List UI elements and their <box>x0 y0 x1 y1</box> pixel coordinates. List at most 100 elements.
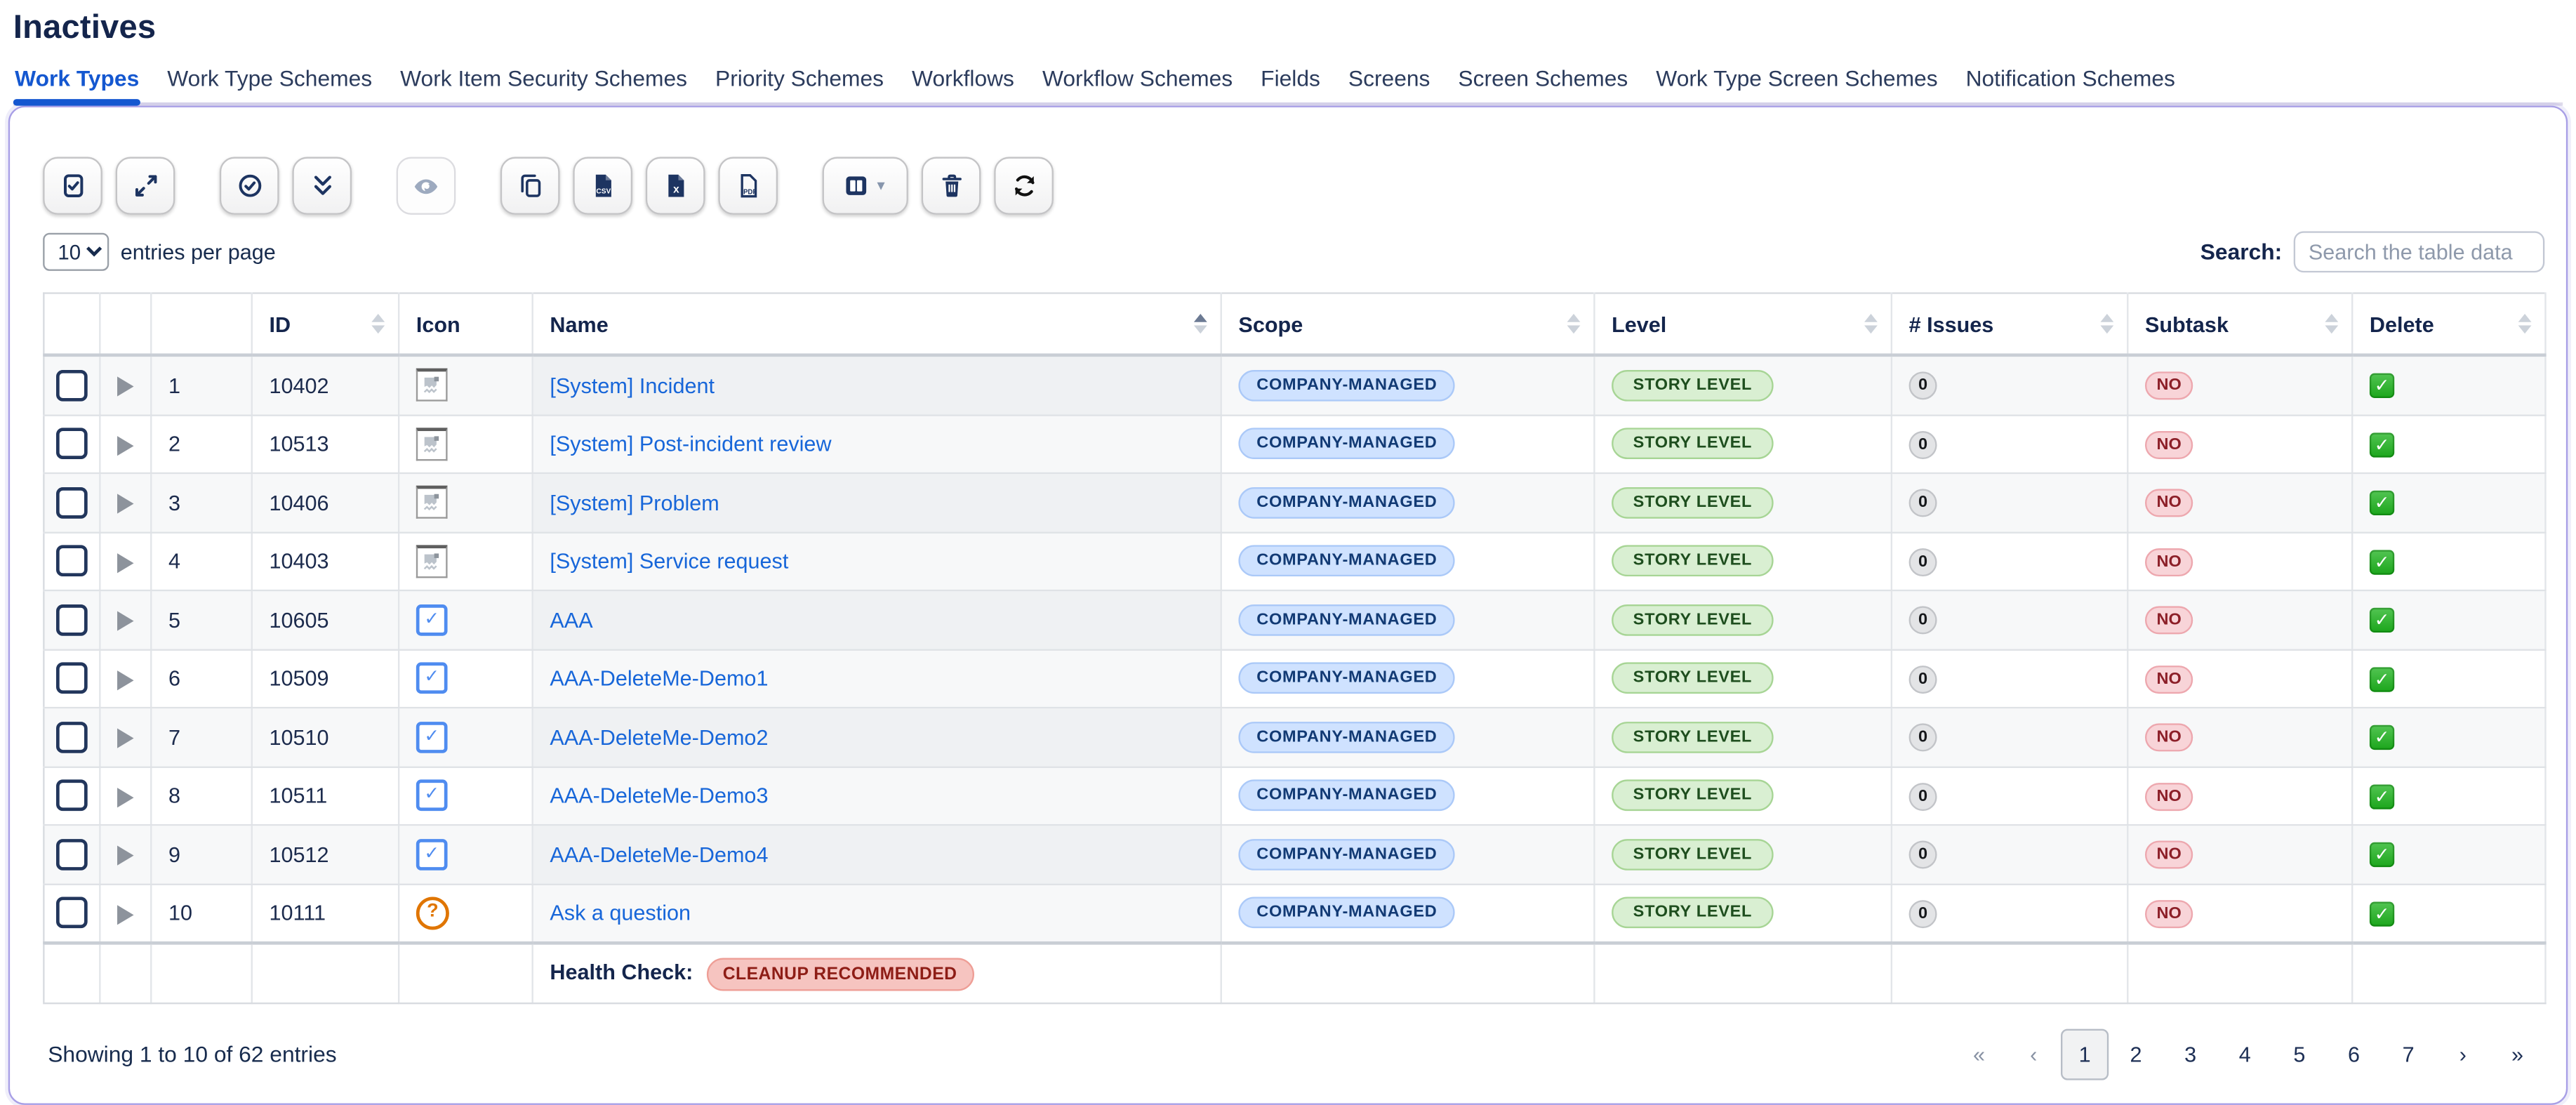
column-header-scope[interactable]: Scope <box>1221 293 1595 355</box>
pagination-next[interactable]: › <box>2436 1030 2490 1080</box>
expand-row-button[interactable] <box>117 788 134 807</box>
copy-button[interactable] <box>500 157 560 214</box>
work-type-link[interactable]: [System] Service request <box>550 549 788 574</box>
expand-all-button[interactable] <box>116 157 175 214</box>
row-icon-cell <box>399 414 533 473</box>
tab-notification-schemes[interactable]: Notification Schemes <box>1964 62 2177 102</box>
delete-check-icon: ✓ <box>2370 550 2394 574</box>
column-header-subtask[interactable]: Subtask <box>2127 293 2352 355</box>
row-icon-cell: ✓ <box>399 825 533 884</box>
expand-row-button[interactable] <box>117 611 134 631</box>
expand-row-button[interactable] <box>117 846 134 866</box>
row-id-cell: 10406 <box>252 473 399 532</box>
expand-row-button[interactable] <box>117 905 134 925</box>
expand-row-button[interactable] <box>117 670 134 690</box>
collapse-all-button[interactable] <box>292 157 352 214</box>
tab-priority-schemes[interactable]: Priority Schemes <box>714 62 886 102</box>
tab-fields[interactable]: Fields <box>1259 62 1322 102</box>
level-badge: STORY LEVEL <box>1612 839 1774 871</box>
tab-screen-schemes[interactable]: Screen Schemes <box>1456 62 1630 102</box>
row-name-cell: AAA-DeleteMe-Demo1 <box>533 649 1221 708</box>
search-input[interactable] <box>2294 231 2545 272</box>
export-pdf-button[interactable]: PDF <box>718 157 778 214</box>
work-type-link[interactable]: Ask a question <box>550 901 691 925</box>
expand-row-button[interactable] <box>117 494 134 514</box>
work-type-link[interactable]: AAA-DeleteMe-Demo2 <box>550 724 768 749</box>
circle-check-icon <box>237 173 262 198</box>
tab-workflows[interactable]: Workflows <box>910 62 1016 102</box>
issues-count-badge: 0 <box>1909 783 1937 811</box>
work-type-link[interactable]: AAA-DeleteMe-Demo3 <box>550 783 768 808</box>
columns-icon <box>843 173 868 198</box>
pagination-page-2[interactable]: 2 <box>2109 1030 2163 1080</box>
column-header-delete[interactable]: Delete <box>2352 293 2545 355</box>
export-csv-button[interactable]: CSV <box>573 157 632 214</box>
work-type-link[interactable]: [System] Problem <box>550 490 719 515</box>
tab-screens[interactable]: Screens <box>1347 62 1432 102</box>
column-header-select <box>44 293 100 355</box>
export-excel-button[interactable]: x <box>646 157 705 214</box>
pagination-last[interactable]: » <box>2490 1030 2545 1080</box>
work-type-link[interactable]: AAA <box>550 607 592 632</box>
column-header-issues[interactable]: # Issues <box>1892 293 2127 355</box>
expand-row-button[interactable] <box>117 729 134 748</box>
select-rows-button[interactable] <box>43 157 102 214</box>
row-checkbox[interactable] <box>56 545 88 577</box>
entries-per-page-select[interactable]: 10 <box>43 233 109 271</box>
delete-button[interactable] <box>922 157 981 214</box>
scope-badge: COMPANY-MANAGED <box>1238 839 1455 871</box>
pagination-page-4[interactable]: 4 <box>2217 1030 2272 1080</box>
tab-work-item-security-schemes[interactable]: Work Item Security Schemes <box>399 62 689 102</box>
pagination-page-7[interactable]: 7 <box>2381 1030 2436 1080</box>
row-checkbox[interactable] <box>56 780 88 812</box>
expand-row-button[interactable] <box>117 553 134 573</box>
row-level-cell: STORY LEVEL <box>1594 532 1891 591</box>
row-issues-cell: 0 <box>1892 708 2127 767</box>
row-id-cell: 10511 <box>252 767 399 826</box>
row-checkbox[interactable] <box>56 897 88 929</box>
pagination-page-3[interactable]: 3 <box>2163 1030 2218 1080</box>
row-checkbox[interactable] <box>56 428 88 460</box>
work-type-link[interactable]: AAA-DeleteMe-Demo4 <box>550 842 768 866</box>
column-label: Subtask <box>2145 311 2229 336</box>
row-icon-cell: ✓ <box>399 767 533 826</box>
tab-work-types[interactable]: Work Types <box>13 62 141 102</box>
expand-row-button[interactable] <box>117 377 134 397</box>
tab-work-type-schemes[interactable]: Work Type Schemes <box>166 62 374 102</box>
level-badge: STORY LEVEL <box>1612 897 1774 929</box>
sort-arrows-icon <box>1864 314 1878 333</box>
row-name-cell: [System] Post-incident review <box>533 414 1221 473</box>
row-checkbox[interactable] <box>56 839 88 871</box>
select-all-button[interactable] <box>220 157 279 214</box>
row-checkbox[interactable] <box>56 663 88 694</box>
footer-empty-cell <box>1221 943 1595 1003</box>
column-visibility-button[interactable]: ▼ <box>823 157 908 214</box>
footer-empty-cell <box>2352 943 2545 1003</box>
refresh-button[interactable] <box>994 157 1054 214</box>
pagination-page-5[interactable]: 5 <box>2272 1030 2327 1080</box>
row-checkbox[interactable] <box>56 721 88 753</box>
work-type-link[interactable]: AAA-DeleteMe-Demo1 <box>550 666 768 691</box>
row-subtask-cell: NO <box>2127 414 2352 473</box>
work-type-link[interactable]: [System] Incident <box>550 373 715 397</box>
column-header-name[interactable]: Name <box>533 293 1221 355</box>
checkbox-icon: ✓ <box>416 780 448 812</box>
row-checkbox[interactable] <box>56 487 88 518</box>
row-checkbox[interactable] <box>56 369 88 401</box>
subtask-badge: NO <box>2145 724 2193 752</box>
footer-empty-cell <box>399 943 533 1003</box>
delete-check-icon: ✓ <box>2370 667 2394 692</box>
level-badge: STORY LEVEL <box>1612 369 1774 401</box>
tab-workflow-schemes[interactable]: Workflow Schemes <box>1041 62 1235 102</box>
row-icon-cell <box>399 473 533 532</box>
row-checkbox[interactable] <box>56 604 88 635</box>
pagination-page-6[interactable]: 6 <box>2327 1030 2382 1080</box>
expand-row-button[interactable] <box>117 436 134 456</box>
column-header-level[interactable]: Level <box>1594 293 1891 355</box>
column-header-id[interactable]: ID <box>252 293 399 355</box>
footer-empty-cell <box>100 943 151 1003</box>
work-type-link[interactable]: [System] Post-incident review <box>550 432 831 456</box>
refresh-icon <box>1011 173 1036 198</box>
tab-work-type-screen-schemes[interactable]: Work Type Screen Schemes <box>1654 62 1939 102</box>
row-delete-cell: ✓ <box>2352 649 2545 708</box>
